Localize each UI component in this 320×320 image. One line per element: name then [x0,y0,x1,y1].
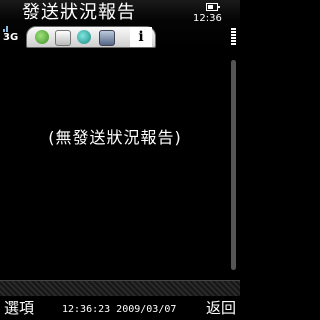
green-circle-icon[interactable] [35,30,49,44]
options-softkey[interactable]: 選項 [4,297,34,318]
empty-list-message: (無發送狀況報告) [48,128,182,147]
signal-icon [3,24,9,32]
scrollbar[interactable] [231,60,236,270]
document-icon[interactable] [55,30,71,46]
info-icon[interactable]: i [130,27,152,47]
scrollbar-thumb[interactable] [231,60,236,270]
folder-icon[interactable] [99,30,115,46]
teal-circle-icon[interactable] [77,30,91,44]
battery-icon [206,3,220,11]
page-title: 發送狀況報告 [22,2,136,23]
screen: 發送狀況報告 12:36 3G i (無發送狀況報告) 選項 12:36:23 … [0,0,240,320]
network-type-label: 3G [3,32,19,43]
report-list: (無發送狀況報告) [0,48,240,280]
back-softkey[interactable]: 返回 [206,297,236,318]
timestamp: 12:36:23 2009/03/07 [62,304,177,315]
clock: 12:36 [193,13,222,24]
battery-level-icon [231,28,236,48]
